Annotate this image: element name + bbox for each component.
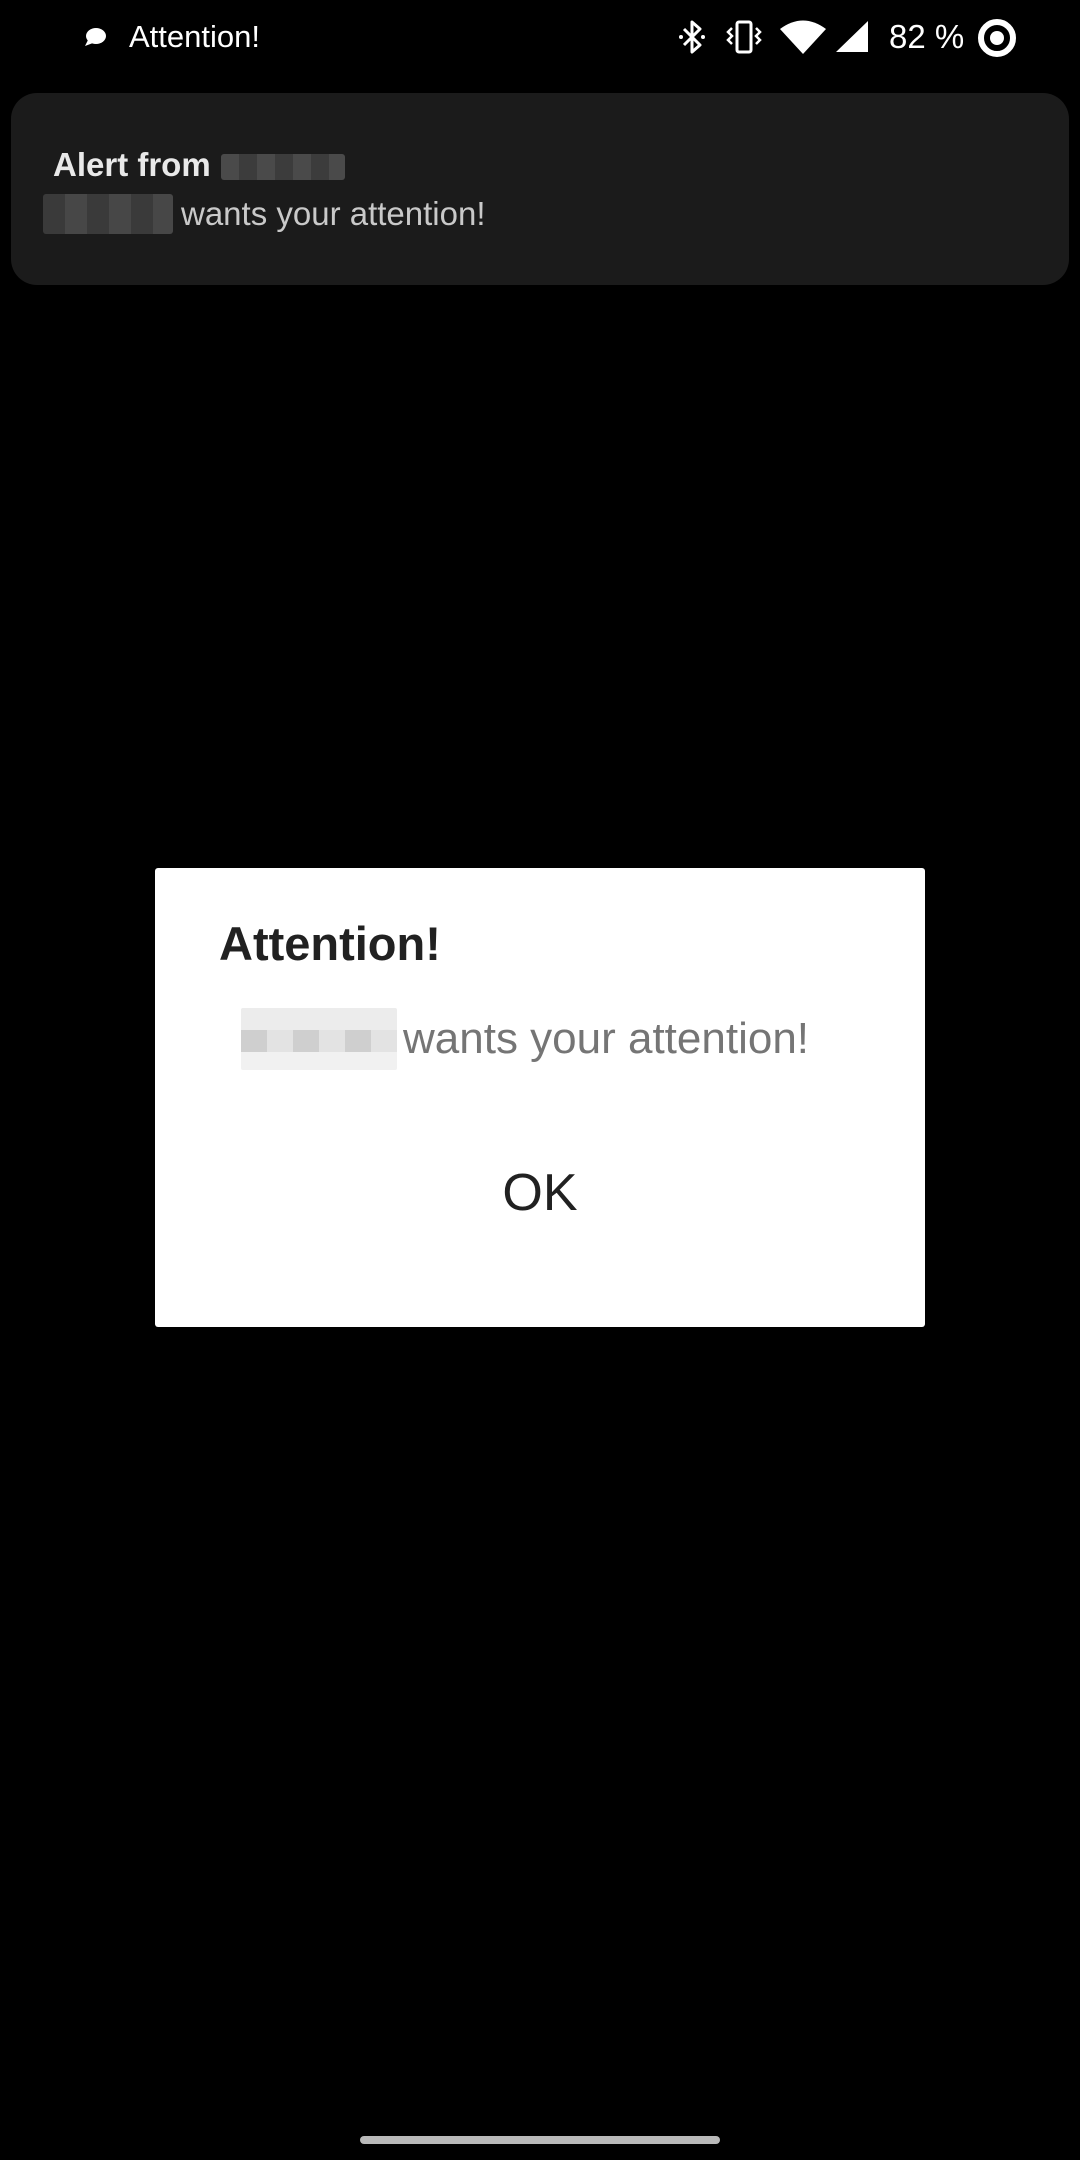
status-bar: Attention! 82 % (0, 0, 1080, 76)
redacted-sender-name (220, 154, 345, 180)
notification-title-row: Alert from (53, 145, 345, 185)
vibrate-icon (724, 19, 764, 65)
dialog-title: Attention! (219, 917, 441, 970)
notification-title: Alert from (53, 146, 211, 183)
wifi-icon (778, 20, 828, 66)
cellular-signal-icon (834, 19, 870, 65)
heads-up-notification[interactable]: Alert from wants your attention! (11, 93, 1069, 285)
dialog-message: wants your attention! (403, 1014, 810, 1063)
bluetooth-icon (676, 19, 708, 65)
chat-bubble-icon (85, 28, 106, 46)
attention-dialog: Attention! wants your attention! OK (155, 868, 925, 1327)
gesture-navigation-handle[interactable] (360, 2136, 720, 2144)
redacted-sender-name (43, 194, 173, 234)
battery-percentage: 82 % (889, 18, 965, 55)
notification-body: wants your attention! (181, 195, 486, 232)
notification-body-row: wants your attention! (43, 193, 486, 235)
status-notification-title: Attention! (129, 19, 260, 54)
ok-button[interactable]: OK (155, 1158, 925, 1228)
redacted-sender-name (241, 1008, 397, 1070)
battery-ring-icon (976, 17, 1018, 63)
dialog-message-row: wants your attention! (241, 1008, 810, 1070)
